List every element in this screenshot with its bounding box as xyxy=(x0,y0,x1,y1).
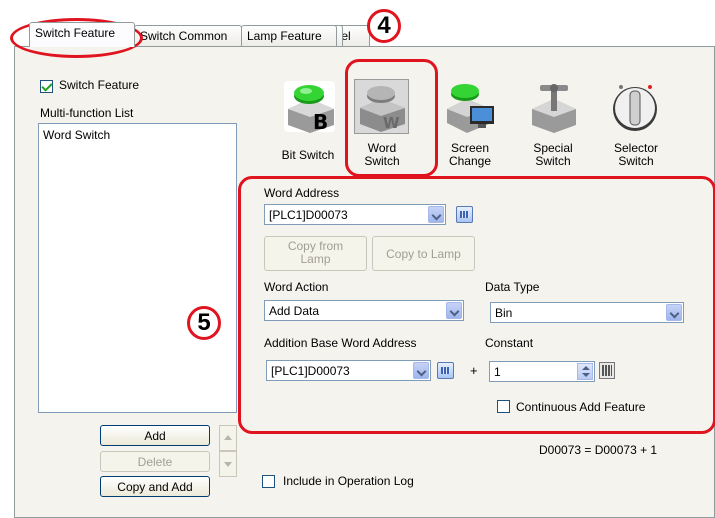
annotation-box-settings xyxy=(238,176,715,434)
special-switch-label[interactable]: Special Switch xyxy=(523,142,583,168)
operation-log-label: Include in Operation Log xyxy=(283,474,414,488)
move-down-icon[interactable] xyxy=(219,451,237,477)
screen-change-label[interactable]: Screen Change xyxy=(440,142,500,168)
tab-switch-feature[interactable]: Switch Feature xyxy=(29,22,135,47)
annotation-box-word-switch xyxy=(345,59,438,177)
multi-function-list[interactable]: Word Switch xyxy=(38,123,237,413)
annotation-step-5: 5 xyxy=(187,306,221,340)
bit-switch-label[interactable]: Bit Switch xyxy=(272,149,344,162)
screen-change-icon[interactable] xyxy=(443,79,498,134)
selector-switch-icon[interactable] xyxy=(608,79,663,134)
formula-text: D00073 = D00073 + 1 xyxy=(539,443,658,457)
switch-feature-checkbox[interactable] xyxy=(40,80,53,93)
tab-lamp-feature[interactable]: Lamp Feature xyxy=(241,25,337,47)
copy-and-add-button[interactable]: Copy and Add xyxy=(100,476,210,497)
svg-text:B: B xyxy=(313,110,328,134)
special-switch-icon[interactable] xyxy=(526,79,581,134)
add-button[interactable]: Add xyxy=(100,425,210,446)
bit-switch-icon[interactable]: B xyxy=(282,79,337,134)
operation-log-checkbox[interactable] xyxy=(262,475,275,488)
annotation-step-4: 4 xyxy=(367,9,401,43)
move-up-icon[interactable] xyxy=(219,425,237,451)
tab-switch-common[interactable]: Switch Common xyxy=(134,25,242,47)
selector-switch-label[interactable]: Selector Switch xyxy=(605,142,667,168)
list-item[interactable]: Word Switch xyxy=(43,128,110,142)
multi-function-list-title: Multi-function List xyxy=(40,106,134,120)
switch-feature-checkbox-label: Switch Feature xyxy=(59,78,140,92)
delete-button[interactable]: Delete xyxy=(100,451,210,472)
